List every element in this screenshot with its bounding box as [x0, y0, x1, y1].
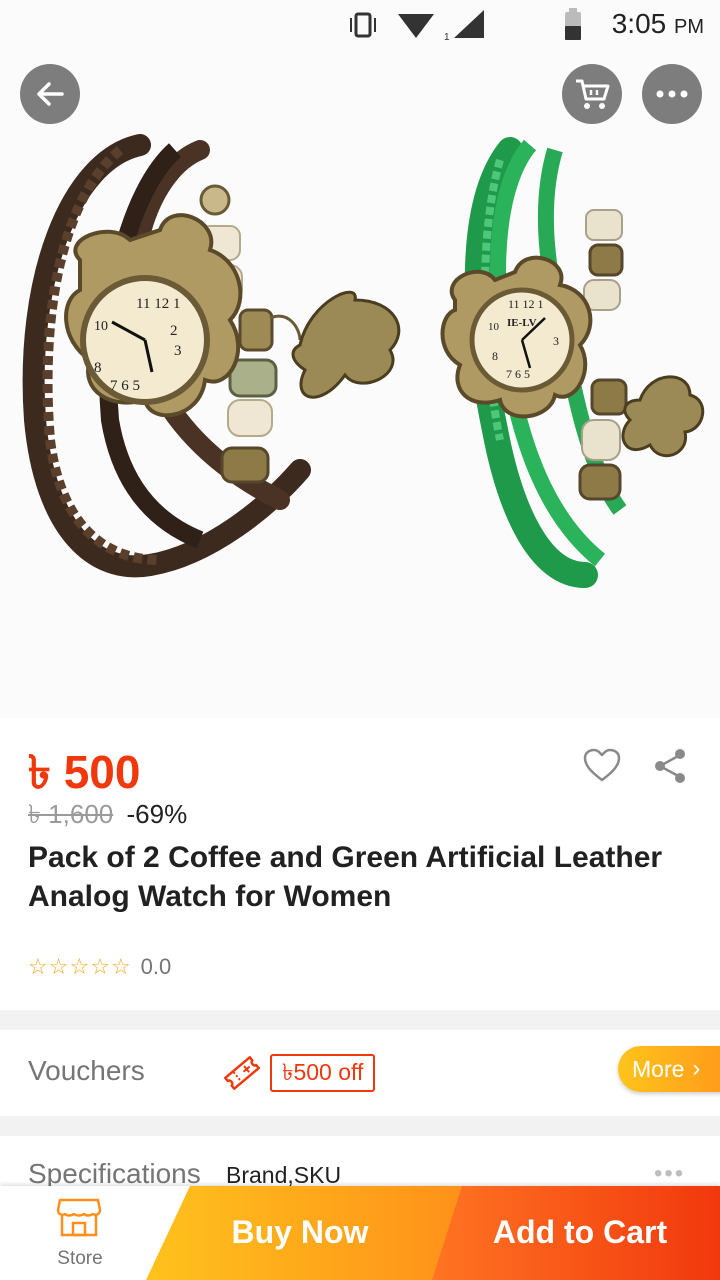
svg-text:7 6 5: 7 6 5 [110, 378, 140, 394]
rating-value: 0.0 [140, 954, 172, 979]
arrow-left-icon [37, 82, 64, 106]
store-icon [56, 1198, 102, 1237]
time-text: 3:05 [611, 8, 667, 39]
signal-icon [454, 10, 484, 38]
status-bar: 1 3:05 PM [0, 0, 720, 50]
product-title: Pack of 2 Coffee and Green Artificial Le… [28, 841, 663, 913]
wifi-icon [398, 14, 434, 38]
chevron-right-icon: › [692, 1055, 701, 1082]
svg-text:11 12 1: 11 12 1 [508, 297, 544, 311]
more-label: More [632, 1055, 685, 1082]
svg-text:11 12 1: 11 12 1 [136, 296, 180, 312]
more-options-button[interactable] [642, 64, 702, 124]
svg-text:7 6 5: 7 6 5 [506, 367, 530, 381]
more-dots-icon [656, 90, 688, 98]
svg-text:3: 3 [553, 334, 559, 348]
discount-percent: -69% [126, 799, 188, 829]
sim-label: 1 [444, 32, 450, 42]
star-icon: ☆ [90, 954, 110, 979]
price-row: ৳ 1,600 -69% [28, 794, 187, 838]
heart-icon[interactable] [582, 746, 622, 786]
green-watch-image: 11 12 1 IE-LV 10 3 8 7 6 5 [440, 137, 705, 588]
star-icon: ☆ [69, 954, 90, 979]
battery-icon [565, 8, 581, 40]
cart-icon [576, 79, 610, 109]
buy-now-label[interactable]: Buy Now [190, 1214, 410, 1251]
voucher-ticket-icon [223, 1056, 261, 1090]
brown-watch-image: 11 12 1 10 2 3 8 7 6 5 [22, 134, 401, 578]
star-icon: ☆ [48, 954, 69, 979]
svg-text:10: 10 [488, 321, 500, 333]
back-button[interactable] [20, 64, 80, 124]
rating[interactable]: ☆ ☆ ☆ ☆ ☆ 0.0 [28, 954, 171, 980]
add-to-cart-label[interactable]: Add to Cart [470, 1214, 690, 1251]
share-icon[interactable] [650, 746, 690, 786]
status-time: 3:05 PM [612, 8, 704, 40]
rating-stars: ☆ ☆ ☆ ☆ ☆ [28, 956, 131, 978]
svg-text:8: 8 [94, 360, 102, 376]
status-icons: 1 [350, 8, 581, 42]
svg-text:2: 2 [170, 323, 178, 339]
ampm-text: PM [674, 16, 704, 38]
more-dots-icon[interactable]: ••• [654, 1160, 685, 1188]
star-icon: ☆ [110, 954, 131, 979]
svg-text:IE-LV: IE-LV [507, 317, 537, 329]
cart-button[interactable] [562, 64, 622, 124]
star-icon: ☆ [28, 954, 48, 979]
vouchers-label: Vouchers [28, 1055, 145, 1086]
original-price: ৳ 1,600 [28, 799, 114, 829]
vibrate-icon [350, 12, 376, 38]
svg-text:3: 3 [174, 343, 182, 359]
more-vouchers-button[interactable]: More › [618, 1046, 720, 1092]
voucher-tag[interactable]: ৳500 off [270, 1054, 376, 1092]
specifications-value: Brand,SKU [226, 1162, 342, 1188]
svg-text:10: 10 [94, 319, 108, 334]
store-label: Store [57, 1248, 103, 1269]
svg-text:8: 8 [492, 349, 498, 363]
product-image-area[interactable]: 11 12 1 10 2 3 8 7 6 5 11 12 1 IE-LV 10 … [0, 0, 720, 718]
